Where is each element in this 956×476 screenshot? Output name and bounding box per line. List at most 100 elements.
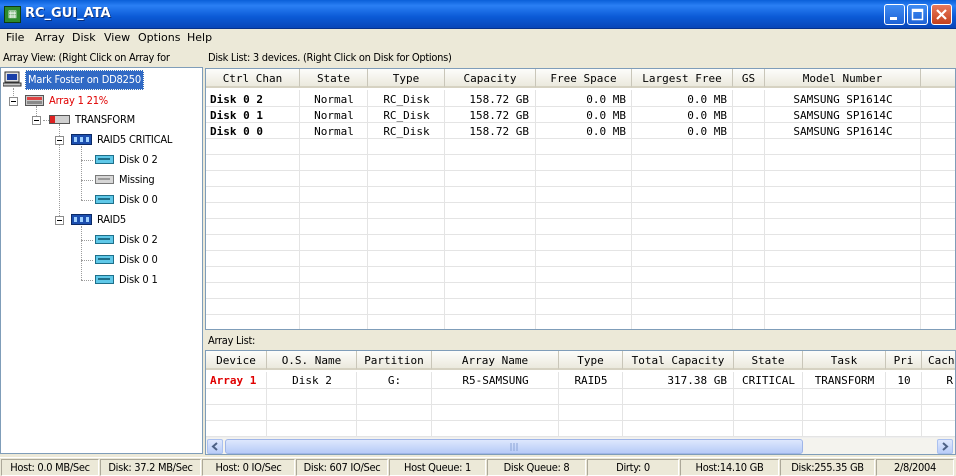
disk-icon [95, 255, 114, 264]
column-header-state[interactable]: State [734, 351, 803, 370]
disk-icon [95, 235, 114, 244]
column-header-empty [921, 69, 955, 88]
menu-array[interactable]: Array [35, 31, 65, 44]
minimize-button[interactable] [884, 4, 905, 25]
menu-view[interactable]: View [104, 31, 130, 44]
tree-label: RAID5 CRITICAL [97, 133, 173, 146]
array-icon [25, 95, 44, 106]
status-disk-io: Disk: 607 IO/Sec [296, 459, 388, 476]
tree-label: Mark Foster on DD8250 [25, 70, 144, 90]
status-host-size: Host:14.10 GB [680, 459, 779, 476]
scroll-right-button[interactable] [937, 439, 953, 454]
cell-free-space: 0.0 MB [586, 93, 626, 106]
menu-options[interactable]: Options [138, 31, 180, 44]
grid-line [206, 314, 955, 315]
app-window: ▦ RC_GUI_ATA File Array Disk View Option… [0, 0, 956, 476]
collapse-toggle[interactable] [9, 97, 18, 106]
close-icon [936, 9, 947, 20]
menu-file[interactable]: File [6, 31, 24, 44]
cell-total-capacity: 317.38 GB [667, 374, 727, 387]
cell-type: RC_Disk [383, 93, 430, 106]
column-header-cache[interactable]: Cach [922, 351, 955, 370]
tree-label: Disk 0 0 [119, 253, 158, 266]
missing-disk-icon [95, 175, 114, 184]
cell-free-space: 0.0 MB [586, 109, 626, 122]
column-header-type[interactable]: Type [368, 69, 445, 88]
status-host-io: Host: 0 IO/Sec [202, 459, 295, 476]
tree-line [81, 280, 93, 281]
array-list[interactable]: Device O.S. Name Partition Array Name Ty… [205, 350, 956, 455]
array-tree[interactable]: Mark Foster on DD8250 Array 1 21% TRANSF… [0, 67, 203, 454]
menu-help[interactable]: Help [187, 31, 212, 44]
tree-line [81, 200, 93, 201]
collapse-toggle[interactable] [55, 216, 64, 225]
status-disk-throughput: Disk: 37.2 MB/Sec [100, 459, 201, 476]
column-header-capacity[interactable]: Capacity [445, 69, 536, 88]
column-header-partition[interactable]: Partition [357, 351, 432, 370]
cell-type: RC_Disk [383, 109, 430, 122]
column-header-array-name[interactable]: Array Name [432, 351, 559, 370]
status-disk-queue: Disk Queue: 8 [487, 459, 586, 476]
title-bar[interactable]: ▦ RC_GUI_ATA [0, 0, 956, 29]
horizontal-scrollbar[interactable] [206, 437, 955, 454]
raid-icon [71, 134, 92, 145]
column-header-pri[interactable]: Pri [886, 351, 922, 370]
grid-line [206, 170, 955, 171]
tree-label: Disk 0 2 [119, 233, 158, 246]
cell-cache: R [946, 374, 953, 387]
tree-label: Disk 0 0 [119, 193, 158, 206]
tree-line [81, 240, 93, 241]
cell-largest-free: 0.0 MB [687, 125, 727, 138]
disk-icon [95, 195, 114, 204]
menu-disk[interactable]: Disk [72, 31, 96, 44]
maximize-button[interactable] [907, 4, 928, 25]
cell-device: Array 1 [210, 374, 257, 387]
cell-partition: G: [387, 374, 402, 387]
tree-label: Disk 0 2 [119, 153, 158, 166]
grid-line [206, 266, 955, 267]
chevron-right-icon [942, 442, 949, 451]
scroll-left-button[interactable] [207, 439, 223, 454]
cell-os-name: Disk 2 [292, 374, 332, 387]
cell-model-number: SAMSUNG SP1614C [793, 93, 893, 106]
column-header-total-capacity[interactable]: Total Capacity [623, 351, 734, 370]
column-header-largest-free[interactable]: Largest Free [632, 69, 733, 88]
grid-line [206, 420, 955, 421]
disk-list[interactable]: Ctrl Chan State Type Capacity Free Space… [205, 68, 956, 330]
cell-pri: 10 [897, 374, 911, 387]
tree-line [81, 260, 93, 261]
cell-state: Normal [314, 125, 354, 138]
column-header-ctrl-chan[interactable]: Ctrl Chan [206, 69, 300, 88]
chevron-left-icon [211, 442, 218, 451]
cell-capacity: 158.72 GB [469, 109, 529, 122]
close-button[interactable] [931, 4, 952, 25]
column-header-os-name[interactable]: O.S. Name [267, 351, 357, 370]
grid-line [206, 282, 955, 283]
collapse-toggle[interactable] [32, 116, 41, 125]
cell-free-space: 0.0 MB [586, 125, 626, 138]
array-list-header: Array List: [208, 334, 256, 347]
column-header-type[interactable]: Type [559, 351, 623, 370]
status-bar: Host: 0.0 MB/Sec Disk: 37.2 MB/Sec Host:… [0, 457, 956, 476]
grid-line [206, 202, 955, 203]
column-header-gs[interactable]: GS [733, 69, 765, 88]
cell-ctrl-chan: Disk 0 0 [210, 125, 263, 138]
cell-largest-free: 0.0 MB [687, 109, 727, 122]
cell-gs [733, 92, 765, 108]
scroll-thumb[interactable] [225, 439, 803, 454]
tree-line [81, 226, 82, 280]
column-header-device[interactable]: Device [206, 351, 267, 370]
cell-model-number: SAMSUNG SP1614C [793, 125, 893, 138]
status-host-throughput: Host: 0.0 MB/Sec [1, 459, 99, 476]
column-header-free-space[interactable]: Free Space [536, 69, 632, 88]
grid-line [206, 250, 955, 251]
column-header-model-number[interactable]: Model Number [765, 69, 921, 88]
disk-icon [95, 155, 114, 164]
column-header-task[interactable]: Task [803, 351, 886, 370]
tree-label: RAID5 [97, 213, 127, 226]
column-header-state[interactable]: State [300, 69, 368, 88]
tree-line [81, 160, 93, 161]
tree-line [81, 180, 93, 181]
maximize-icon [911, 8, 924, 21]
collapse-toggle[interactable] [55, 136, 64, 145]
